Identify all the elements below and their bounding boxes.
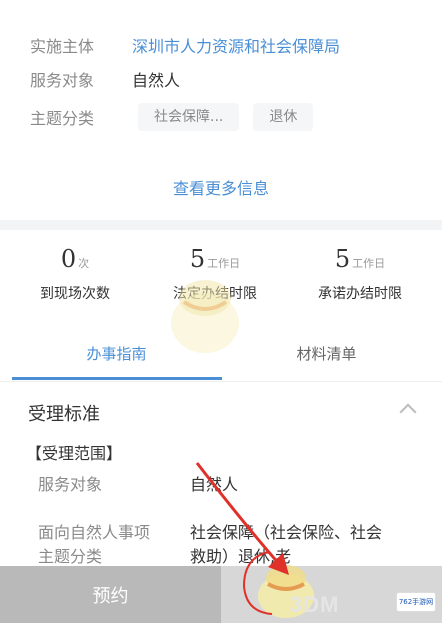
audience-label: 服务对象: [30, 71, 95, 90]
view-more-link[interactable]: 查看更多信息: [0, 175, 442, 199]
site-logo: 762手游网: [396, 592, 436, 612]
scope-title: 【受理范围】: [26, 444, 123, 463]
detail-audience-label: 服务对象: [38, 475, 103, 494]
stat-visits: 0次 到现场次数: [10, 245, 140, 303]
detail-category-label-line1: 面向自然人事项: [38, 523, 151, 542]
mascot-watermark-icon: [171, 280, 239, 353]
section-divider: [0, 220, 442, 230]
chevron-up-icon[interactable]: [399, 403, 417, 421]
category-tag-retirement[interactable]: 退休: [253, 103, 314, 131]
stat-visits-label: 到现场次数: [40, 286, 110, 302]
stat-promised-unit: 工作日: [352, 257, 386, 270]
info-row-category: 主题分类 社会保障... 退休: [30, 102, 327, 132]
info-row-provider: 实施主体 深圳市人力资源和社会保障局: [30, 30, 340, 60]
red-circle-annotation-icon: [242, 551, 273, 615]
category-label: 主题分类: [30, 109, 95, 128]
category-tag-social-security[interactable]: 社会保障...: [138, 103, 240, 131]
provider-link[interactable]: 深圳市人力资源和社会保障局: [132, 33, 340, 57]
provider-label: 实施主体: [30, 37, 95, 56]
brand-watermark: 3DM: [290, 592, 340, 617]
stat-promised-limit: 5 工作日 承诺办结时限: [295, 245, 425, 303]
tab-separator: [0, 381, 442, 382]
tab-active-indicator: [12, 377, 222, 380]
stat-visits-unit: 次: [78, 257, 90, 270]
info-row-audience: 服务对象 自然人: [30, 64, 180, 94]
section-title: 受理标准: [28, 404, 100, 425]
stat-promised-label: 承诺办结时限: [318, 286, 402, 302]
stat-promised-number: 5: [334, 245, 351, 273]
stat-visits-number: 0: [60, 245, 77, 273]
audience-value: 自然人: [132, 71, 181, 90]
